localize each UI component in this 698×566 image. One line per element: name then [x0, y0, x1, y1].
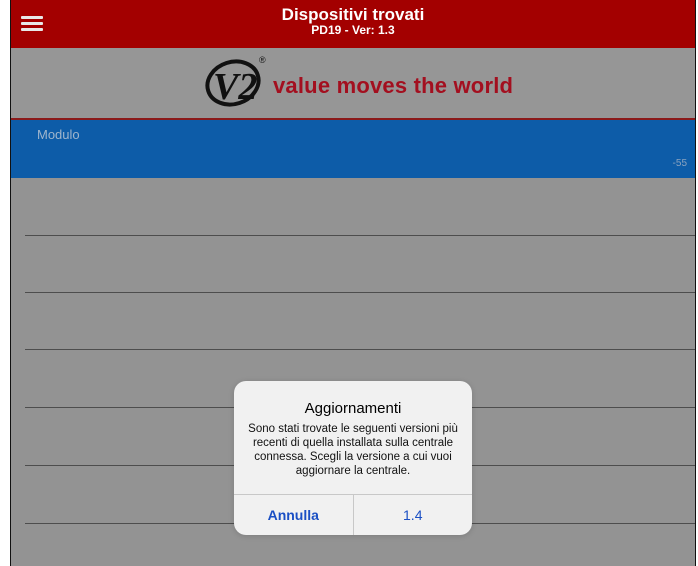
logo-banner: V2 ® value moves the world [11, 48, 695, 120]
logo-mark-text: V2 [213, 66, 257, 108]
dialog-actions: Annulla 1.4 [234, 494, 472, 535]
update-alert-dialog: Aggiornamenti Sono stati trovate le segu… [234, 381, 472, 535]
list-row-divider [25, 235, 695, 236]
top-bar: Dispositivi trovati PD19 - Ver: 1.3 [11, 0, 695, 48]
header-titles: Dispositivi trovati PD19 - Ver: 1.3 [11, 6, 695, 37]
brand-tagline: value moves the world [273, 73, 514, 98]
dialog-title: Aggiornamenti [304, 400, 402, 417]
device-signal-strength: -55 [672, 158, 687, 169]
list-row-divider [25, 349, 695, 350]
brand-logo: V2 ® value moves the world [199, 50, 513, 110]
device-name: Modulo [37, 127, 80, 142]
version-option-button[interactable]: 1.4 [352, 495, 473, 535]
dialog-message: Sono stati trovate le seguenti versioni … [248, 423, 458, 477]
list-row-divider [25, 292, 695, 293]
registered-mark: ® [259, 55, 266, 65]
v2-logo-icon: V2 ® [205, 55, 266, 108]
app-frame: Dispositivi trovati PD19 - Ver: 1.3 V2 ®… [10, 0, 696, 566]
device-list-item[interactable]: Modulo -55 [11, 120, 695, 178]
page-subtitle: PD19 - Ver: 1.3 [311, 23, 395, 37]
cancel-button[interactable]: Annulla [234, 495, 353, 535]
page-title: Dispositivi trovati [281, 5, 425, 24]
